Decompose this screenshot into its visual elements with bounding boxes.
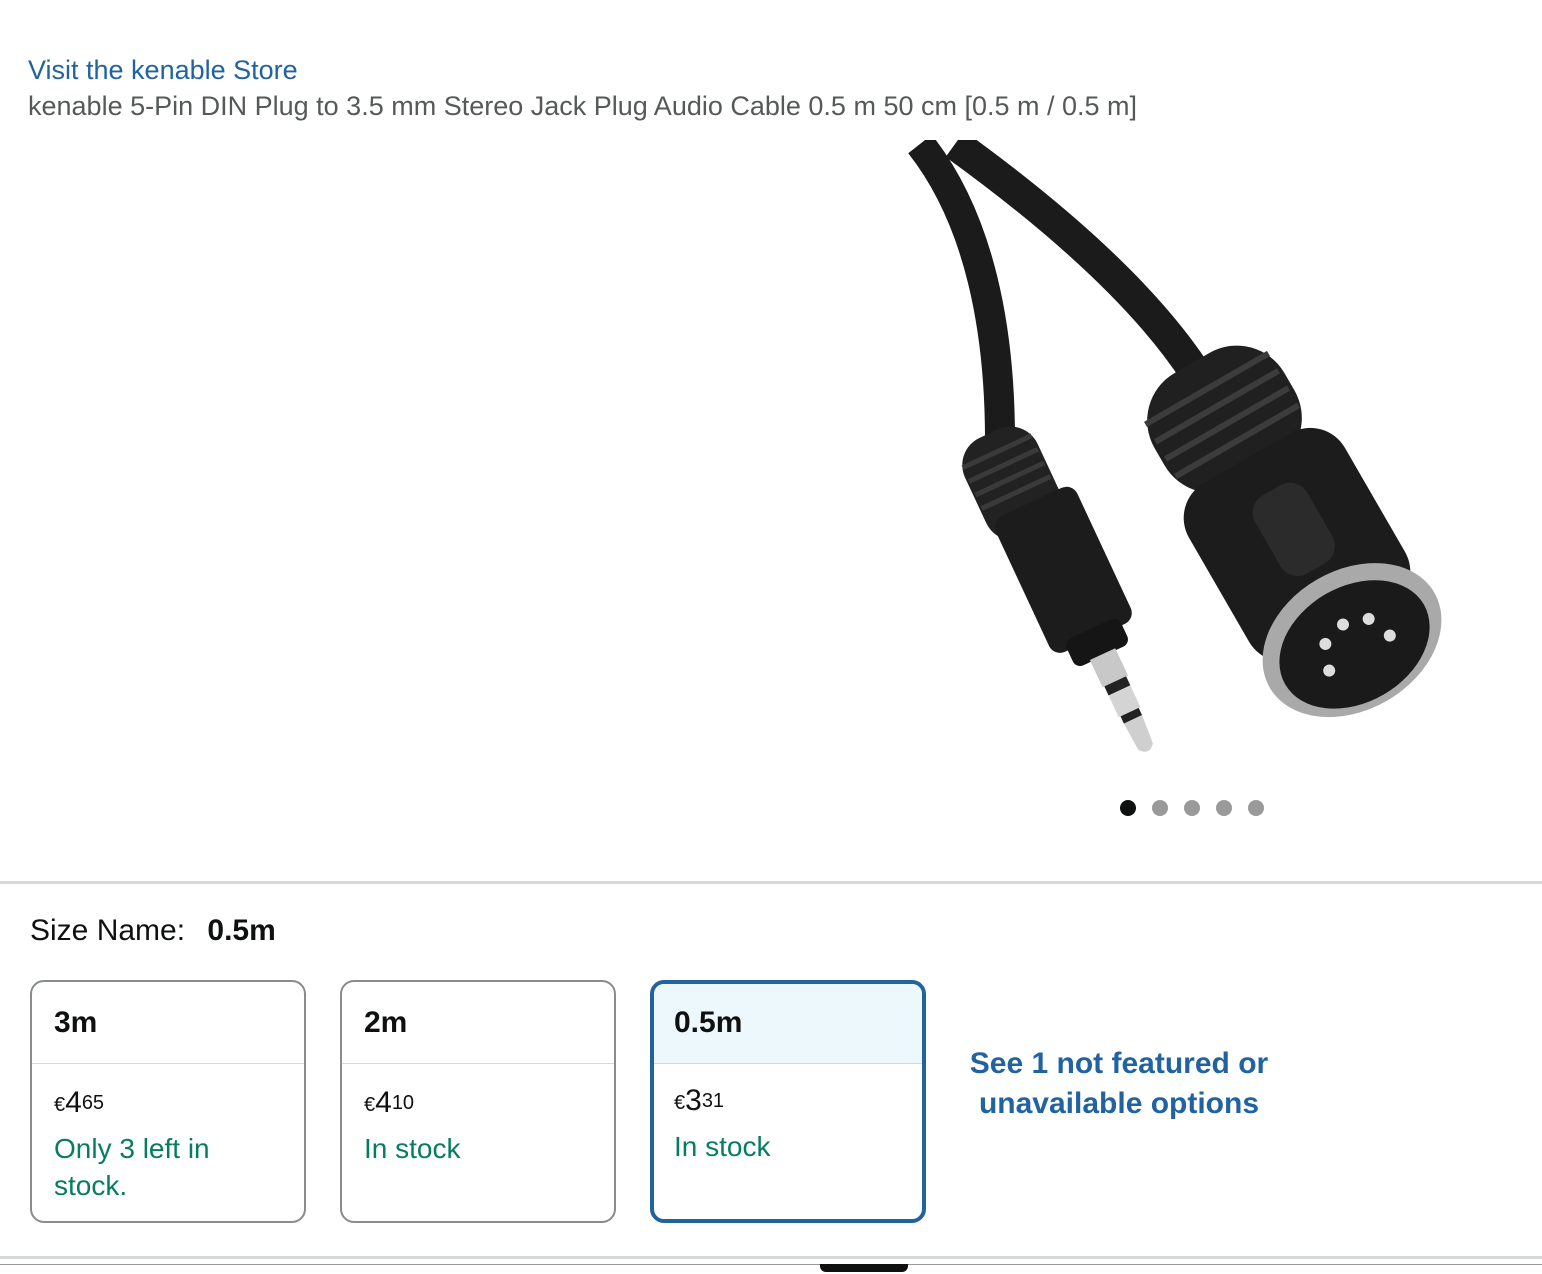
visit-store-link[interactable]: Visit the kenable Store bbox=[28, 54, 298, 86]
cable-image bbox=[908, 140, 1442, 752]
gallery-dot-3[interactable] bbox=[1184, 800, 1200, 816]
size-option-name: 0.5m bbox=[654, 984, 922, 1064]
size-option-stock: In stock bbox=[674, 1131, 771, 1162]
see-unavailable-options-link[interactable]: See 1 not featured or unavailable option… bbox=[966, 1044, 1272, 1124]
gallery-dot-1[interactable] bbox=[1120, 800, 1136, 816]
gallery-dot-4[interactable] bbox=[1216, 800, 1232, 816]
bottom-divider-thin bbox=[0, 1264, 1542, 1265]
gallery-dots bbox=[1120, 800, 1264, 816]
size-option-2m[interactable]: 2m €410 In stock bbox=[340, 980, 616, 1223]
size-name-label: Size Name: 0.5m bbox=[30, 912, 276, 950]
bottom-divider bbox=[0, 1256, 1542, 1259]
size-option-0-5m[interactable]: 0.5m €331 In stock bbox=[650, 980, 926, 1223]
gallery-dot-5[interactable] bbox=[1248, 800, 1264, 816]
size-option-3m[interactable]: 3m €465 Only 3 left in stock. bbox=[30, 980, 306, 1223]
size-option-price: €331 bbox=[674, 1084, 725, 1117]
size-option-price: €410 bbox=[364, 1086, 415, 1119]
gallery-dot-2[interactable] bbox=[1152, 800, 1168, 816]
product-image[interactable] bbox=[0, 140, 1542, 780]
size-selected-value: 0.5m bbox=[207, 914, 276, 947]
section-divider bbox=[0, 881, 1542, 884]
size-option-stock: Only 3 left in stock. bbox=[54, 1133, 210, 1201]
size-option-price: €465 bbox=[54, 1086, 105, 1119]
size-label-text: Size Name: bbox=[30, 914, 186, 947]
drag-handle[interactable] bbox=[820, 1264, 908, 1272]
product-title: kenable 5-Pin DIN Plug to 3.5 mm Stereo … bbox=[28, 91, 1138, 121]
size-option-name: 3m bbox=[32, 982, 304, 1064]
size-option-stock: In stock bbox=[364, 1133, 461, 1164]
size-option-name: 2m bbox=[342, 982, 614, 1064]
